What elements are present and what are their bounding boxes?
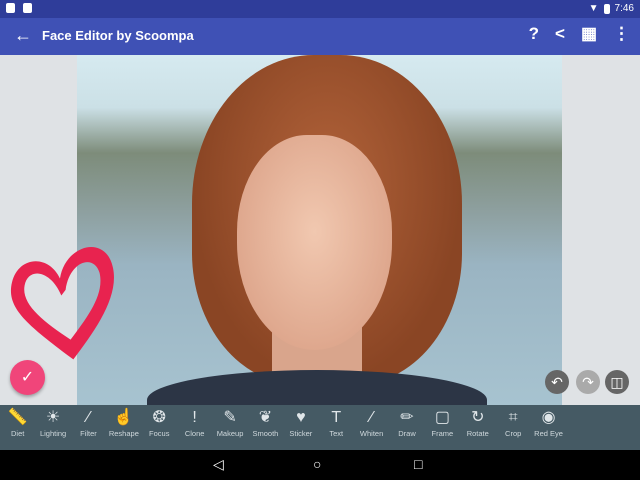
navigation-bar: ◁ ○ □	[0, 450, 640, 480]
tool-frame[interactable]: ▢ Frame	[425, 405, 460, 450]
tool-focus[interactable]: ❂ Focus	[142, 405, 177, 450]
wifi-icon: ▼	[588, 3, 599, 14]
tool-diet[interactable]: 📏 Diet	[0, 405, 35, 450]
ruler-icon: 📏	[7, 409, 28, 426]
rotate-icon: ↻	[471, 409, 485, 426]
redo-button[interactable]: ↷	[576, 370, 600, 394]
tool-label: Lighting	[39, 429, 67, 438]
status-bar: ▼ 7:46	[0, 0, 640, 18]
crop-icon: ⌗	[508, 409, 518, 426]
compare-button[interactable]: ◫	[605, 370, 629, 394]
tool-sticker[interactable]: ♥ Sticker	[283, 405, 318, 450]
tool-label: Crop	[505, 429, 522, 438]
compare-icon: ◫	[610, 374, 624, 390]
pencil-icon: ✏	[400, 409, 414, 426]
tool-red-eye[interactable]: ◉ Red Eye	[531, 405, 566, 450]
tool-label: Draw	[398, 429, 416, 438]
check-icon: ✓	[20, 369, 35, 386]
app-bar: ← Face Editor by Scoompa ? < ▦ ⋮	[0, 18, 640, 55]
page-title: Face Editor by Scoompa	[42, 28, 194, 43]
tool-label: Reshape	[108, 429, 139, 438]
tool-label: Red Eye	[534, 429, 563, 438]
notification-icon	[6, 3, 15, 13]
frame-icon: ▢	[434, 409, 450, 426]
tool-crop[interactable]: ⌗ Crop	[495, 405, 530, 450]
sun-icon: ☀	[45, 409, 61, 426]
tool-clone[interactable]: ! Clone	[177, 405, 212, 450]
help-icon[interactable]: ?	[529, 24, 539, 44]
undo-icon: ↶	[551, 374, 563, 390]
gift-icon[interactable]: ▦	[581, 24, 597, 44]
battery-icon	[603, 3, 610, 14]
text-icon: T	[331, 409, 342, 426]
tool-label: Frame	[431, 429, 454, 438]
tool-smooth[interactable]: ❦ Smooth	[248, 405, 283, 450]
undo-button[interactable]: ↶	[545, 370, 569, 394]
eye-icon: ◉	[541, 409, 556, 426]
hand-icon: ☝	[113, 409, 134, 426]
aperture-icon: ❂	[152, 409, 166, 426]
lipstick-icon: ✎	[223, 409, 237, 426]
brush-icon: ⁄	[370, 409, 373, 426]
photo[interactable]	[77, 55, 562, 405]
tool-whiten[interactable]: ⁄ Whiten	[354, 405, 389, 450]
tool-rotate[interactable]: ↻ Rotate	[460, 405, 495, 450]
android-icon	[23, 3, 32, 13]
magic-wand-icon: ⁄	[87, 409, 90, 426]
confirm-button[interactable]: ✓	[10, 360, 45, 395]
arrow-left-icon[interactable]: ←	[14, 25, 32, 46]
tool-label: Makeup	[216, 429, 244, 438]
clock: 7:46	[614, 3, 634, 14]
editor-canvas	[0, 55, 640, 405]
heart-icon: ♥	[296, 409, 306, 426]
tool-label: Whiten	[359, 429, 384, 438]
nav-recents-button[interactable]: □	[414, 456, 422, 472]
tool-label: Sticker	[289, 429, 313, 438]
tool-label: Smooth	[252, 429, 279, 438]
more-vert-icon[interactable]: ⋮	[613, 24, 630, 44]
tool-makeup[interactable]: ✎ Makeup	[212, 405, 247, 450]
tool-filter[interactable]: ⁄ Filter	[71, 405, 106, 450]
tool-label: Rotate	[466, 429, 489, 438]
tool-label: Diet	[11, 429, 25, 438]
nav-back-button[interactable]: ◁	[213, 456, 224, 473]
tool-label: Focus	[149, 429, 170, 438]
tool-reshape[interactable]: ☝ Reshape	[106, 405, 141, 450]
exclamation-icon: !	[192, 409, 197, 426]
leaf-icon: ❦	[258, 409, 273, 426]
redo-icon: ↷	[582, 374, 594, 390]
tool-bar: 📏 Diet ☀ Lighting ⁄ Filter ☝ Reshape ❂ Focus! Clon…	[0, 405, 640, 450]
tool-label: Filter	[80, 429, 97, 438]
tool-lighting[interactable]: ☀ Lighting	[35, 405, 70, 450]
tool-text[interactable]: T Text	[319, 405, 354, 450]
share-icon[interactable]: <	[555, 24, 565, 44]
tool-label: Text	[329, 429, 344, 438]
heart-sticker[interactable]	[5, 240, 125, 365]
tool-draw[interactable]: ✏ Draw	[389, 405, 424, 450]
tool-label: Clone	[184, 429, 205, 438]
nav-home-button[interactable]: ○	[313, 456, 321, 472]
